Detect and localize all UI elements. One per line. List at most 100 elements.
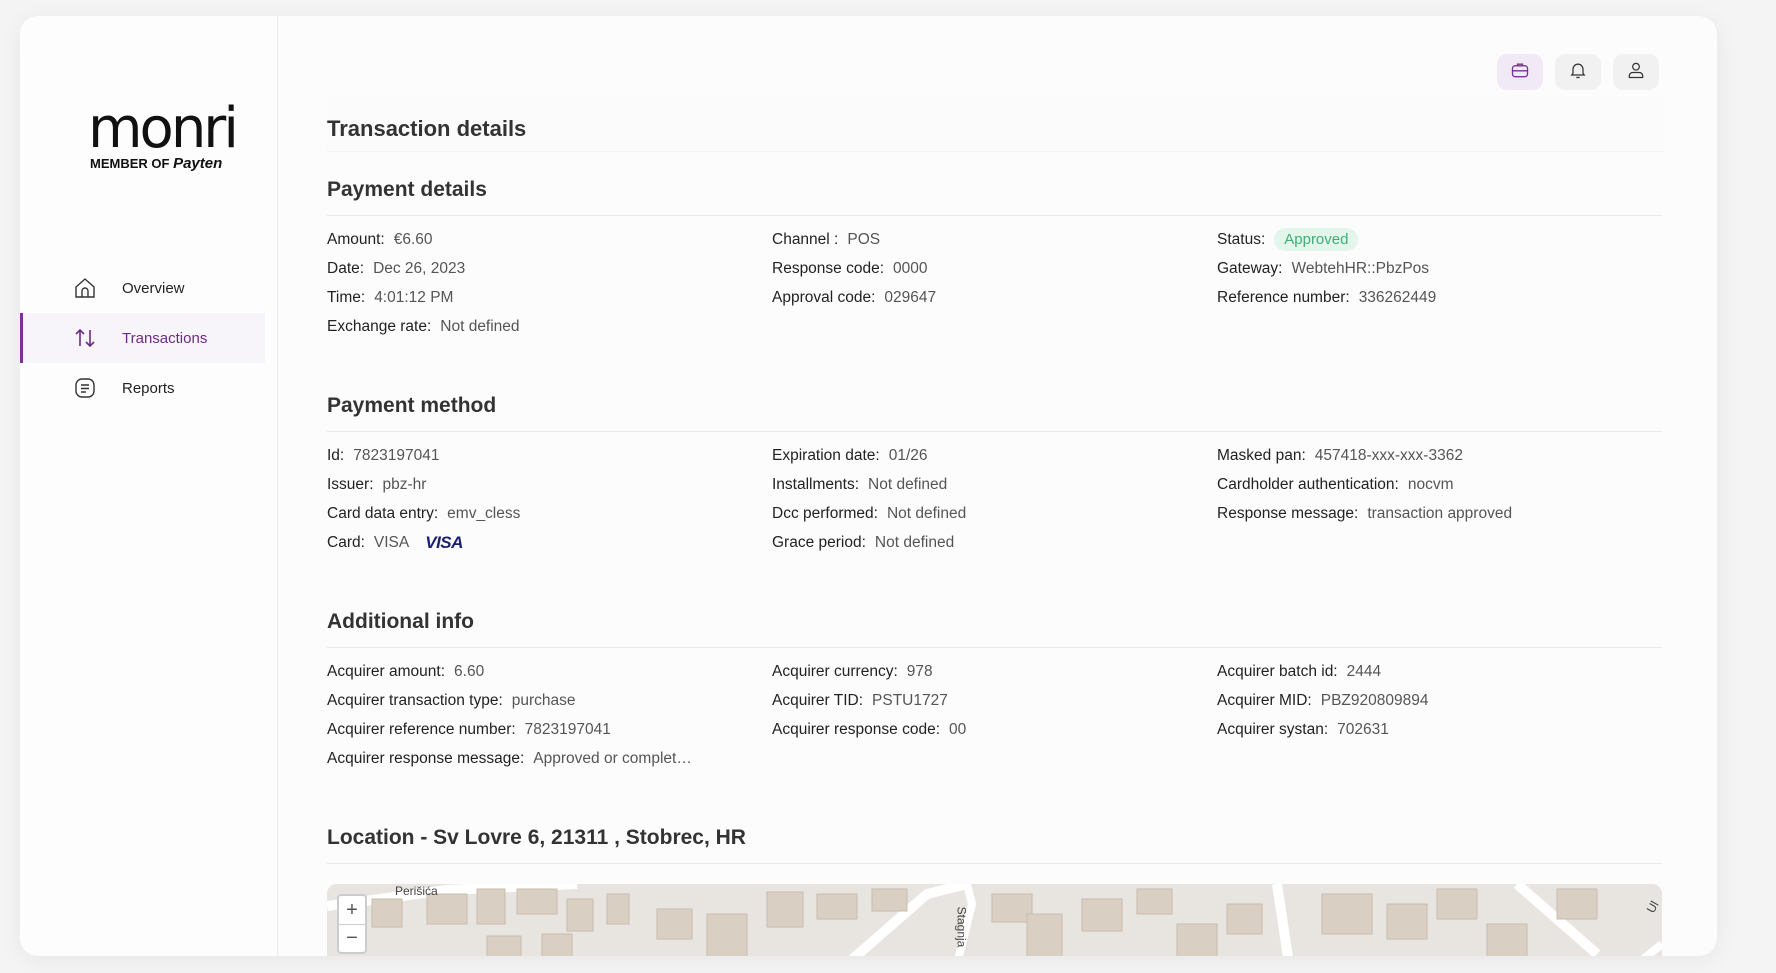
sidebar-item-label: Transactions xyxy=(122,329,208,347)
field-label: Acquirer systan: xyxy=(1217,720,1329,738)
field-value: 702631 xyxy=(1337,720,1389,738)
bell-icon xyxy=(1568,60,1588,85)
field-label: Status: xyxy=(1217,230,1266,248)
app-window: monri MEMBER OF Payten Overview Transact… xyxy=(20,16,1717,956)
field-label: Time: xyxy=(327,288,366,306)
logo-member-text: MEMBER OF xyxy=(90,156,170,171)
field-value: 7823197041 xyxy=(353,446,440,464)
status-badge: Approved xyxy=(1274,228,1359,251)
field-label: Expiration date: xyxy=(772,446,880,464)
field-value: nocvm xyxy=(1407,475,1454,493)
page-title: Transaction details xyxy=(327,102,1664,152)
logo-payten-text: Payten xyxy=(173,155,223,172)
briefcase-icon xyxy=(1510,60,1530,85)
field-acquirer-systan: Acquirer systan: 702631 xyxy=(1217,715,1662,744)
section-title: Payment method xyxy=(327,394,1662,432)
field-approval-code: Approval code: 029647 xyxy=(772,283,1217,312)
sidebar-item-overview[interactable]: Overview xyxy=(20,263,265,313)
field-acquirer-transaction-type: Acquirer transaction type: purchase xyxy=(327,686,772,715)
zoom-out-button[interactable]: − xyxy=(339,924,365,952)
sidebar-item-label: Overview xyxy=(122,279,185,297)
report-icon xyxy=(72,375,98,401)
field-status: Status: Approved xyxy=(1217,225,1662,254)
field-value: 4:01:12 PM xyxy=(374,288,454,306)
sidebar: monri MEMBER OF Payten Overview Transact… xyxy=(20,16,278,956)
additional-info-col-2: Acquirer currency: 978 Acquirer TID: PSTU1… xyxy=(772,657,1217,773)
field-label: Acquirer amount: xyxy=(327,662,446,680)
field-label: Id: xyxy=(327,446,345,464)
field-acquirer-response-message: Acquirer response message: Approved or co… xyxy=(327,744,772,773)
sidebar-item-reports[interactable]: Reports xyxy=(20,363,265,413)
field-label: Cardholder authentication: xyxy=(1217,475,1399,493)
field-label: Grace period: xyxy=(772,533,866,551)
monri-logo: monri MEMBER OF Payten xyxy=(88,101,239,173)
map-zoom-control: + − xyxy=(337,894,367,954)
field-value: 7823197041 xyxy=(524,720,611,738)
payment-method-col-2: Expiration date: 01/26 Installments: Not d… xyxy=(772,441,1217,557)
user-icon xyxy=(1626,60,1646,85)
field-value: 336262449 xyxy=(1358,288,1437,306)
field-acquirer-reference-number: Acquirer reference number: 7823197041 xyxy=(327,715,772,744)
field-value: 2444 xyxy=(1346,662,1382,680)
notifications-button[interactable] xyxy=(1555,54,1601,90)
field-label: Acquirer reference number: xyxy=(327,720,516,738)
map-tiles xyxy=(327,884,1662,956)
field-value: 029647 xyxy=(884,288,937,306)
sidebar-nav: Overview Transactions Reports xyxy=(20,263,265,413)
home-icon xyxy=(72,275,98,301)
field-acquirer-batch-id: Acquirer batch id: 2444 xyxy=(1217,657,1662,686)
field-card: Card: VISA VISA xyxy=(327,528,772,557)
field-label: Exchange rate: xyxy=(327,317,432,335)
field-response-message: Response message: transaction approved xyxy=(1217,499,1662,528)
field-acquirer-mid: Acquirer MID: PBZ920809894 xyxy=(1217,686,1662,715)
field-label: Acquirer currency: xyxy=(772,662,898,680)
field-value: Dec 26, 2023 xyxy=(373,259,466,277)
field-value: 0000 xyxy=(893,259,928,277)
field-value: VISA xyxy=(373,533,410,551)
sidebar-item-transactions[interactable]: Transactions xyxy=(20,313,265,363)
field-label: Date: xyxy=(327,259,365,277)
field-value: 6.60 xyxy=(454,662,485,680)
field-label: Card: xyxy=(327,533,365,551)
briefcase-button[interactable] xyxy=(1497,54,1543,90)
field-value: WebtehHR::PbzPos xyxy=(1291,259,1430,277)
field-acquirer-tid: Acquirer TID: PSTU1727 xyxy=(772,686,1217,715)
field-amount: Amount: €6.60 xyxy=(327,225,772,254)
field-acquirer-amount: Acquirer amount: 6.60 xyxy=(327,657,772,686)
zoom-in-button[interactable]: + xyxy=(339,896,365,924)
field-value: €6.60 xyxy=(393,230,433,248)
field-value: pbz-hr xyxy=(382,475,427,493)
field-label: Acquirer transaction type: xyxy=(327,691,503,709)
location-map[interactable]: Perišića Stagnja Ul + − xyxy=(327,884,1662,956)
field-cardholder-authentication: Cardholder authentication: nocvm xyxy=(1217,470,1662,499)
visa-logo: VISA xyxy=(425,532,463,552)
profile-button[interactable] xyxy=(1613,54,1659,90)
payment-method-section: Payment method Id: 7823197041 Issuer: pbz-… xyxy=(327,394,1662,557)
additional-info-col-3: Acquirer batch id: 2444 Acquirer MID: PBZ9… xyxy=(1217,657,1662,773)
field-label: Approval code: xyxy=(772,288,876,306)
field-issuer: Issuer: pbz-hr xyxy=(327,470,772,499)
payment-method-col-3: Masked pan: 457418-xxx-xxx-3362 Cardholde… xyxy=(1217,441,1662,557)
payment-details-section: Payment details Amount: €6.60 Date: Dec 26… xyxy=(327,178,1662,341)
field-label: Acquirer TID: xyxy=(772,691,864,709)
field-value: Not defined xyxy=(874,533,955,551)
payment-details-col-3: Status: Approved Gateway: WebtehHR::PbzPos… xyxy=(1217,225,1662,341)
field-label: Response message: xyxy=(1217,504,1359,522)
field-label: Acquirer batch id: xyxy=(1217,662,1338,680)
field-label: Gateway: xyxy=(1217,259,1283,277)
arrows-updown-icon xyxy=(72,325,98,351)
field-dcc-performed: Dcc performed: Not defined xyxy=(772,499,1217,528)
payment-method-col-1: Id: 7823197041 Issuer: pbz-hr Card data en… xyxy=(327,441,772,557)
field-label: Acquirer response message: xyxy=(327,749,525,767)
section-title: Location - Sv Lovre 6, 21311 , Stobrec, … xyxy=(327,826,1662,864)
payment-details-col-2: Channel : POS Response code: 0000 Approval… xyxy=(772,225,1217,341)
field-label: Acquirer MID: xyxy=(1217,691,1312,709)
field-label: Reference number: xyxy=(1217,288,1350,306)
field-acquirer-currency: Acquirer currency: 978 xyxy=(772,657,1217,686)
field-date: Date: Dec 26, 2023 xyxy=(327,254,772,283)
field-label: Amount: xyxy=(327,230,385,248)
field-value: Approved or complet… xyxy=(533,749,692,767)
field-label: Card data entry: xyxy=(327,504,439,522)
field-label: Channel : xyxy=(772,230,839,248)
field-value: PSTU1727 xyxy=(872,691,948,709)
